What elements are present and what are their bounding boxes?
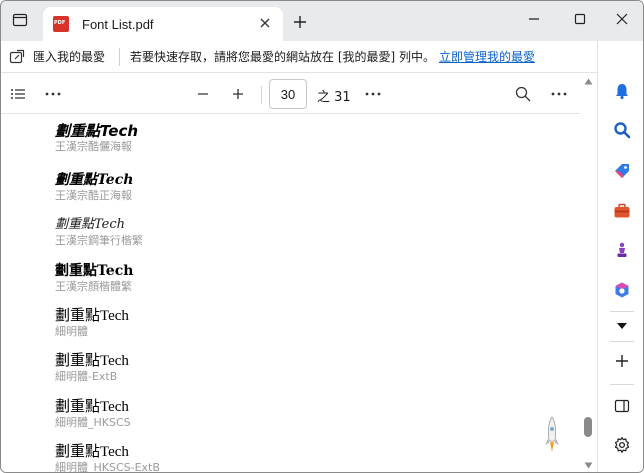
new-tab-button[interactable] — [289, 11, 311, 33]
import-favorites-label: 匯入我的最愛 — [33, 50, 106, 64]
scroll-up-icon[interactable] — [584, 78, 593, 85]
font-name: 細明體_HKSCS — [55, 416, 131, 429]
search-sidebar-button[interactable] — [612, 120, 632, 140]
plus-icon — [233, 89, 243, 99]
hide-sidebar-button[interactable] — [612, 396, 632, 416]
tag-icon — [615, 164, 629, 178]
list-item: 劃重點Tech 細明體 — [55, 307, 129, 339]
tab-title: Font List.pdf — [82, 16, 154, 32]
contents-button[interactable] — [6, 82, 30, 106]
close-icon — [616, 13, 628, 25]
tools-button[interactable] — [612, 201, 632, 221]
pdf-settings-button[interactable] — [547, 82, 571, 106]
table-of-contents-icon — [11, 89, 25, 99]
minimize-icon — [529, 18, 539, 20]
tab-strip: Font List.pdf — [1, 1, 643, 41]
font-name: 細明體_HKSCS-ExtB — [55, 461, 160, 473]
divider — [610, 311, 634, 312]
font-name: 王漢宗酷儷海報 — [55, 140, 132, 153]
list-item: 劃重點Tech 細明體_HKSCS — [55, 398, 131, 430]
divider — [610, 384, 634, 385]
font-name: 王漢宗酷正海報 — [55, 189, 132, 202]
divider — [119, 47, 121, 66]
tab-actions-button[interactable] — [7, 7, 33, 33]
scrollbar-thumb[interactable] — [584, 417, 592, 437]
manage-favorites-link[interactable]: 立即管理我的最愛 — [439, 48, 535, 65]
minus-icon — [198, 93, 208, 95]
close-tab-button[interactable] — [257, 15, 273, 31]
find-button[interactable] — [511, 82, 535, 106]
pdf-file-icon — [53, 16, 69, 32]
tab-actions-icon — [12, 13, 28, 27]
pdf-toolbar: 30 之 31 — [1, 74, 580, 114]
chess-icon — [617, 242, 627, 257]
font-sample: 劃重點Tech — [55, 172, 134, 188]
maximize-icon — [574, 13, 586, 25]
shopping-button[interactable] — [612, 161, 632, 181]
list-item: 劃重點Tech 王漢宗鋼筆行楷繁 — [55, 216, 143, 248]
list-item: 劃重點Tech 細明體-ExtB — [55, 352, 129, 384]
pdf-page-content: 劃重點Tech 王漢宗酷儷海報 劃重點Tech 王漢宗酷正海報 劃重點Tech … — [1, 115, 580, 473]
font-name: 王漢宗鋼筆行楷繁 — [55, 234, 143, 247]
close-icon — [260, 18, 270, 28]
more-sidebar-apps-button[interactable] — [612, 316, 632, 336]
more-icon — [45, 92, 61, 96]
active-tab[interactable]: Font List.pdf — [43, 7, 283, 41]
font-sample: 劃重點Tech — [55, 217, 126, 232]
rocket-icon — [545, 416, 559, 452]
plus-icon — [616, 355, 628, 367]
favorites-message: 若要快速存取，請將您最愛的網站放在 [我的最愛] 列中。 — [130, 50, 436, 64]
more-icon — [365, 92, 381, 96]
games-button[interactable] — [612, 240, 632, 260]
divider — [610, 341, 634, 342]
import-icon — [9, 49, 25, 63]
font-sample: 劃重點Tech — [55, 308, 129, 324]
font-sample: 劃重點Tech — [55, 353, 129, 369]
browser-sidebar — [597, 41, 643, 472]
maximize-button[interactable] — [557, 1, 603, 37]
more-icon — [551, 92, 567, 96]
font-sample: 劃重點Tech — [55, 263, 134, 279]
list-item: 劃重點Tech 王漢宗顏楷體繁 — [55, 262, 133, 294]
sidebar-settings-button[interactable] — [612, 435, 632, 455]
list-item: 劃重點Tech 王漢宗酷儷海報 — [55, 122, 138, 154]
minimize-button[interactable] — [511, 1, 557, 37]
font-sample: 劃重點Tech — [55, 444, 129, 460]
list-item: 劃重點Tech 王漢宗酷正海報 — [55, 171, 133, 203]
zoom-out-button[interactable] — [191, 82, 215, 106]
page-total: 之 31 — [317, 90, 351, 105]
browser-window: Font List.pdf 匯入我的最愛 若要快速存取，請將您最愛的網站放在 [… — [0, 0, 644, 473]
search-icon — [614, 122, 631, 139]
font-name: 王漢宗顏楷體繁 — [55, 280, 132, 293]
favorites-info-bar: 匯入我的最愛 若要快速存取，請將您最愛的網站放在 [我的最愛] 列中。 立即管理… — [1, 41, 597, 73]
notifications-button[interactable] — [612, 81, 632, 101]
add-sidebar-app-button[interactable] — [612, 351, 632, 371]
font-sample: 劃重點Tech — [55, 122, 139, 140]
vertical-scrollbar[interactable] — [580, 74, 597, 472]
chevron-down-icon — [617, 323, 627, 329]
bell-icon — [616, 84, 628, 100]
more-tools-button[interactable] — [361, 82, 385, 106]
divider — [261, 86, 262, 104]
page-number-input[interactable]: 30 — [269, 79, 307, 109]
font-name: 細明體-ExtB — [55, 370, 118, 383]
briefcase-icon — [614, 203, 630, 218]
search-icon — [515, 86, 531, 102]
import-favorites-button[interactable]: 匯入我的最愛 — [9, 45, 105, 69]
office-button[interactable] — [612, 280, 632, 300]
sidebar-icon — [614, 399, 630, 413]
list-item: 劃重點Tech 細明體_HKSCS-ExtB — [55, 443, 160, 473]
scroll-down-icon[interactable] — [584, 462, 593, 469]
font-sample: 劃重點Tech — [55, 399, 129, 415]
gear-icon — [614, 436, 630, 453]
office-icon — [615, 282, 629, 298]
more-options-button[interactable] — [41, 82, 65, 106]
close-window-button[interactable] — [599, 1, 643, 37]
zoom-in-button[interactable] — [226, 82, 250, 106]
plus-icon — [294, 16, 306, 28]
font-name: 細明體 — [55, 325, 88, 338]
